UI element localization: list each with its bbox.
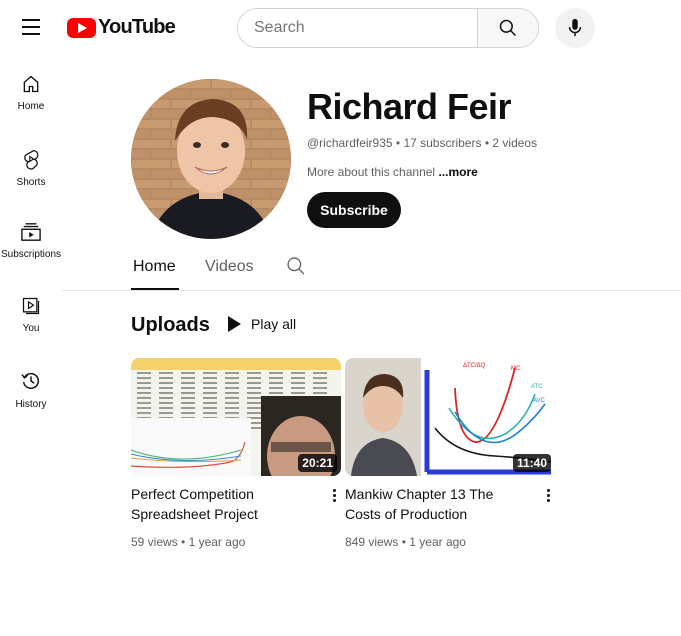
tabs-divider [62, 290, 681, 291]
side-navigation: Home Shorts Subscriptions You History [0, 60, 62, 430]
video-title[interactable]: Mankiw Chapter 13 The Costs of Productio… [345, 484, 525, 524]
view-count: 59 views [131, 535, 178, 549]
video-thumbnail[interactable]: ΔTC/ΔQ MC ATC AVC 11:40 [345, 358, 555, 476]
sidebar-item-home[interactable]: Home [0, 60, 62, 134]
history-icon [21, 372, 39, 390]
video-title[interactable]: Perfect Competition Spreadsheet Project [131, 484, 311, 524]
shorts-icon [24, 150, 39, 170]
play-icon [228, 316, 241, 332]
logo-text: YouTube [98, 16, 176, 38]
about-text: More about this channel [307, 165, 436, 179]
video-meta: 59 views • 1 year ago [131, 535, 245, 549]
channel-search-button[interactable] [286, 256, 306, 281]
thumb-curve-label-atc: ATC [531, 384, 543, 390]
avatar-portrait-image [131, 79, 291, 239]
thumb-chart-title: ΔTC/ΔQ [463, 363, 486, 369]
youtube-logo[interactable]: YouTube [67, 16, 176, 39]
subscribe-button[interactable]: Subscribe [307, 192, 401, 228]
sidebar-item-label: You [22, 323, 40, 334]
sidebar-item-you[interactable]: You [0, 282, 62, 356]
youtube-play-logo-icon [67, 17, 96, 38]
view-count: 849 views [345, 535, 399, 549]
menu-icon[interactable] [14, 10, 48, 44]
video-duration: 11:40 [512, 454, 551, 472]
sidebar-item-subscriptions[interactable]: Subscriptions [0, 208, 62, 282]
tab-home[interactable]: Home [131, 252, 179, 290]
you-icon [22, 297, 40, 315]
video-card: 20:21 Perfect Competition Spreadsheet Pr… [131, 358, 341, 549]
channel-name: Richard Feir [307, 86, 512, 127]
home-icon [23, 75, 39, 93]
search-icon [499, 19, 517, 37]
search-button[interactable] [477, 9, 538, 47]
more-link[interactable]: ...more [438, 165, 477, 179]
channel-about[interactable]: More about this channel ...more [307, 165, 478, 179]
sidebar-item-label: Subscriptions [0, 249, 62, 260]
play-all-button[interactable]: Play all [226, 315, 296, 333]
thumb-curve-label-mc: MC [511, 366, 521, 372]
tab-videos[interactable]: Videos [203, 252, 256, 290]
video-card: ΔTC/ΔQ MC ATC AVC 11:40 Mankiw Chapter 1… [345, 358, 555, 549]
section-title: Uploads [131, 314, 210, 336]
channel-tabs: Home Videos [131, 252, 256, 290]
subscriptions-icon [21, 223, 41, 241]
thumb-curve-label-avc: AVC [533, 398, 546, 404]
sidebar-item-shorts[interactable]: Shorts [0, 134, 62, 208]
microphone-icon [568, 18, 582, 37]
channel-avatar[interactable] [131, 79, 291, 239]
search-icon [287, 257, 305, 275]
video-thumbnail[interactable]: 20:21 [131, 358, 341, 476]
channel-meta: @richardfeir935 • 17 subscribers • 2 vid… [307, 136, 537, 150]
sidebar-item-label: Shorts [16, 177, 46, 188]
meta-separator: • [181, 535, 189, 549]
sidebar-item-label: History [15, 399, 47, 410]
top-bar: YouTube [0, 0, 681, 56]
video-meta: 849 views • 1 year ago [345, 535, 466, 549]
search-box [237, 8, 539, 48]
voice-search-button[interactable] [555, 8, 595, 48]
channel-handle: @richardfeir935 [307, 136, 393, 150]
upload-age: 1 year ago [188, 535, 246, 549]
video-count: 2 videos [492, 136, 538, 150]
more-options-icon[interactable] [541, 486, 555, 504]
upload-age: 1 year ago [409, 535, 466, 549]
video-duration: 20:21 [298, 454, 337, 472]
sidebar-item-label: Home [17, 101, 45, 112]
play-all-label: Play all [251, 316, 297, 332]
subscriber-count: 17 subscribers [403, 136, 482, 150]
more-options-icon[interactable] [327, 486, 341, 504]
search-input[interactable] [238, 9, 477, 47]
sidebar-item-history[interactable]: History [0, 356, 62, 430]
